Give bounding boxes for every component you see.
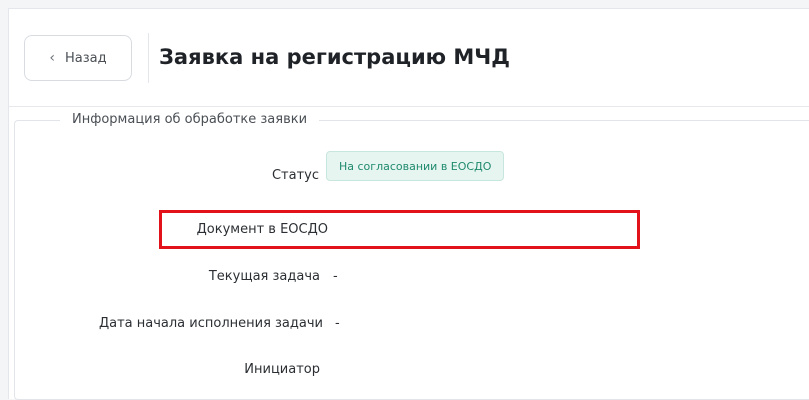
initiator-label: Инициатор <box>244 362 320 377</box>
status-label: Статус <box>271 168 319 183</box>
chevron-left-icon: ‹ <box>49 50 55 66</box>
header-divider <box>148 33 149 83</box>
section-legend: Информация об обработке заявки <box>60 112 320 127</box>
current-task-value: - <box>333 269 338 284</box>
page-header: ‹ Назад Заявка на регистрацию МЧД <box>9 9 809 107</box>
task-start-date-label: Дата начала исполнения задачи <box>98 316 323 331</box>
page-title: Заявка на регистрацию МЧД <box>159 45 510 69</box>
document-highlight-box <box>159 210 640 249</box>
status-badge: На согласовании в ЕОСДО <box>326 151 505 181</box>
task-start-date-value: - <box>335 316 340 331</box>
back-button[interactable]: ‹ Назад <box>24 35 132 81</box>
current-task-label: Текущая задача <box>208 269 320 284</box>
back-button-label: Назад <box>65 50 107 66</box>
